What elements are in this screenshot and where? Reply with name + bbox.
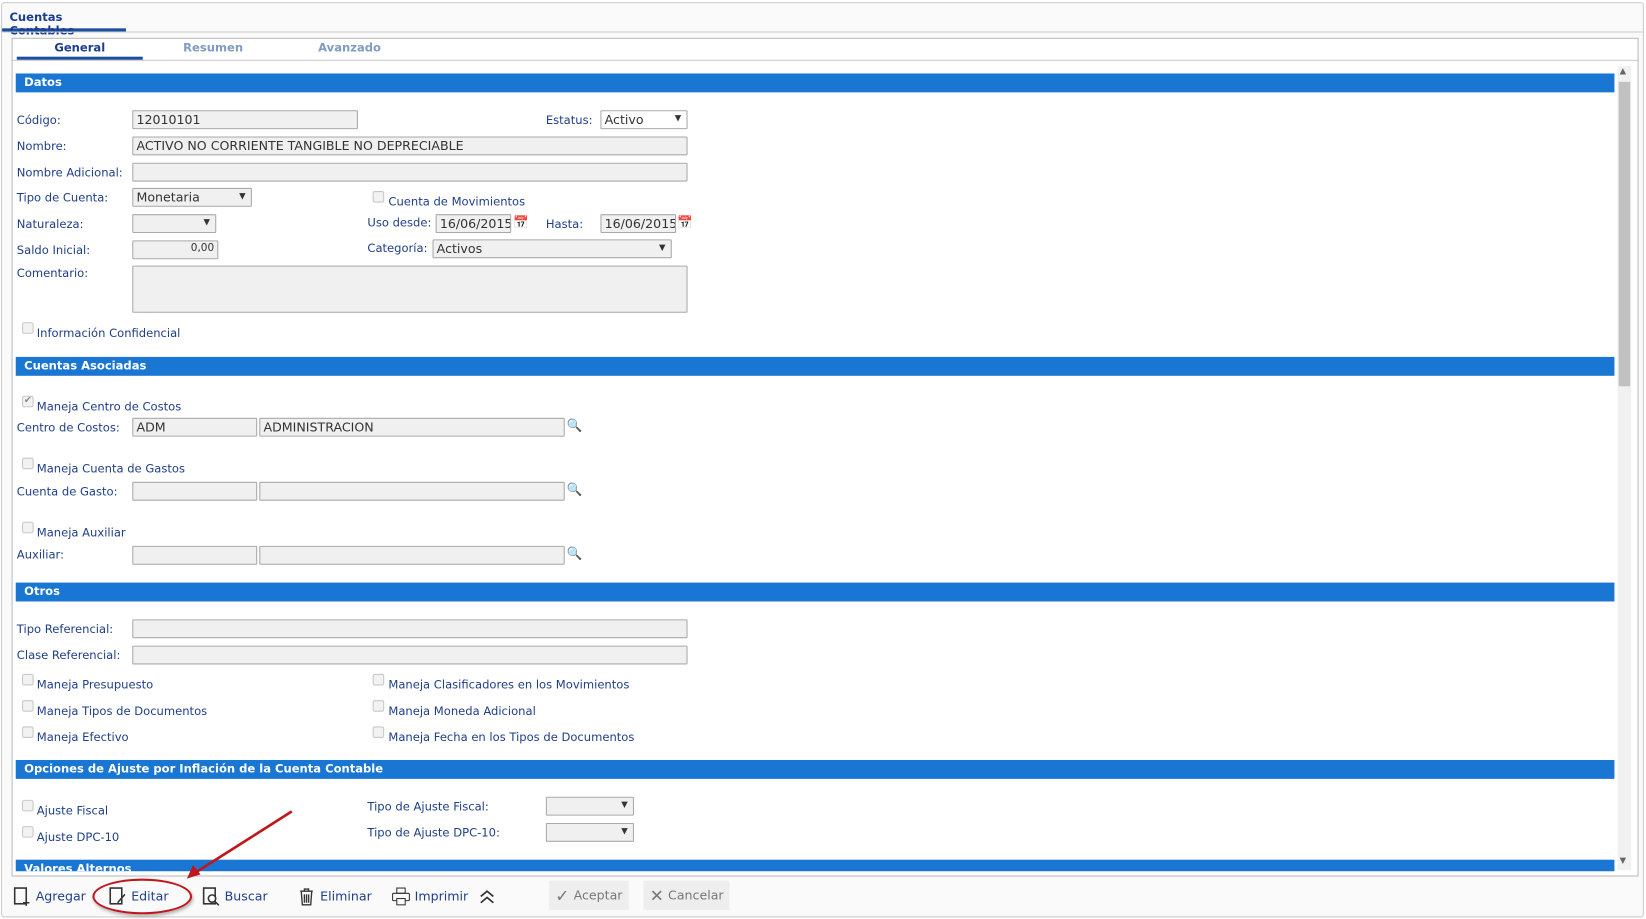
search-icon[interactable]: 🔍 bbox=[567, 546, 583, 561]
maneja-clasificadores-label: Maneja Clasificadores en los Movimientos bbox=[388, 678, 630, 692]
scroll-thumb[interactable] bbox=[1618, 81, 1631, 387]
close-icon: ✕ bbox=[649, 885, 664, 906]
annotation-arrow bbox=[186, 810, 293, 879]
check-icon: ✓ bbox=[555, 885, 570, 906]
categoria-select[interactable]: Activos bbox=[432, 239, 672, 259]
estatus-select[interactable]: Activo bbox=[600, 110, 688, 130]
scroll-down-icon[interactable]: ▼ bbox=[1620, 856, 1626, 865]
aceptar-button[interactable]: ✓ Aceptar bbox=[548, 880, 629, 911]
maneja-fecha-label: Maneja Fecha en los Tipos de Documentos bbox=[388, 730, 635, 745]
double-chevron-up-icon bbox=[480, 890, 494, 904]
hasta-input[interactable]: 16/06/2015 bbox=[600, 214, 677, 234]
aceptar-label: Aceptar bbox=[573, 888, 623, 903]
tipo-ajuste-dpc-select[interactable] bbox=[545, 822, 635, 842]
uso-desde-input[interactable]: 16/06/2015 bbox=[435, 214, 512, 234]
estatus-label: Estatus: bbox=[545, 113, 593, 128]
cancelar-label: Cancelar bbox=[668, 888, 724, 903]
calendar-icon[interactable]: 📅 bbox=[513, 215, 529, 230]
imprimir-label: Imprimir bbox=[414, 889, 469, 904]
scroll-up-icon[interactable]: ▲ bbox=[1620, 66, 1626, 75]
calendar-icon[interactable]: 📅 bbox=[677, 215, 693, 230]
scrollbar[interactable]: ▲ ▼ bbox=[1617, 66, 1632, 871]
cancelar-button[interactable]: ✕ Cancelar bbox=[643, 880, 730, 911]
tipo-ajuste-fiscal-select[interactable] bbox=[545, 796, 635, 816]
search-icon[interactable]: 🔍 bbox=[567, 418, 583, 433]
search-icon[interactable]: 🔍 bbox=[567, 482, 583, 497]
collapse-button[interactable] bbox=[478, 885, 497, 908]
hasta-label: Hasta: bbox=[545, 217, 584, 231]
